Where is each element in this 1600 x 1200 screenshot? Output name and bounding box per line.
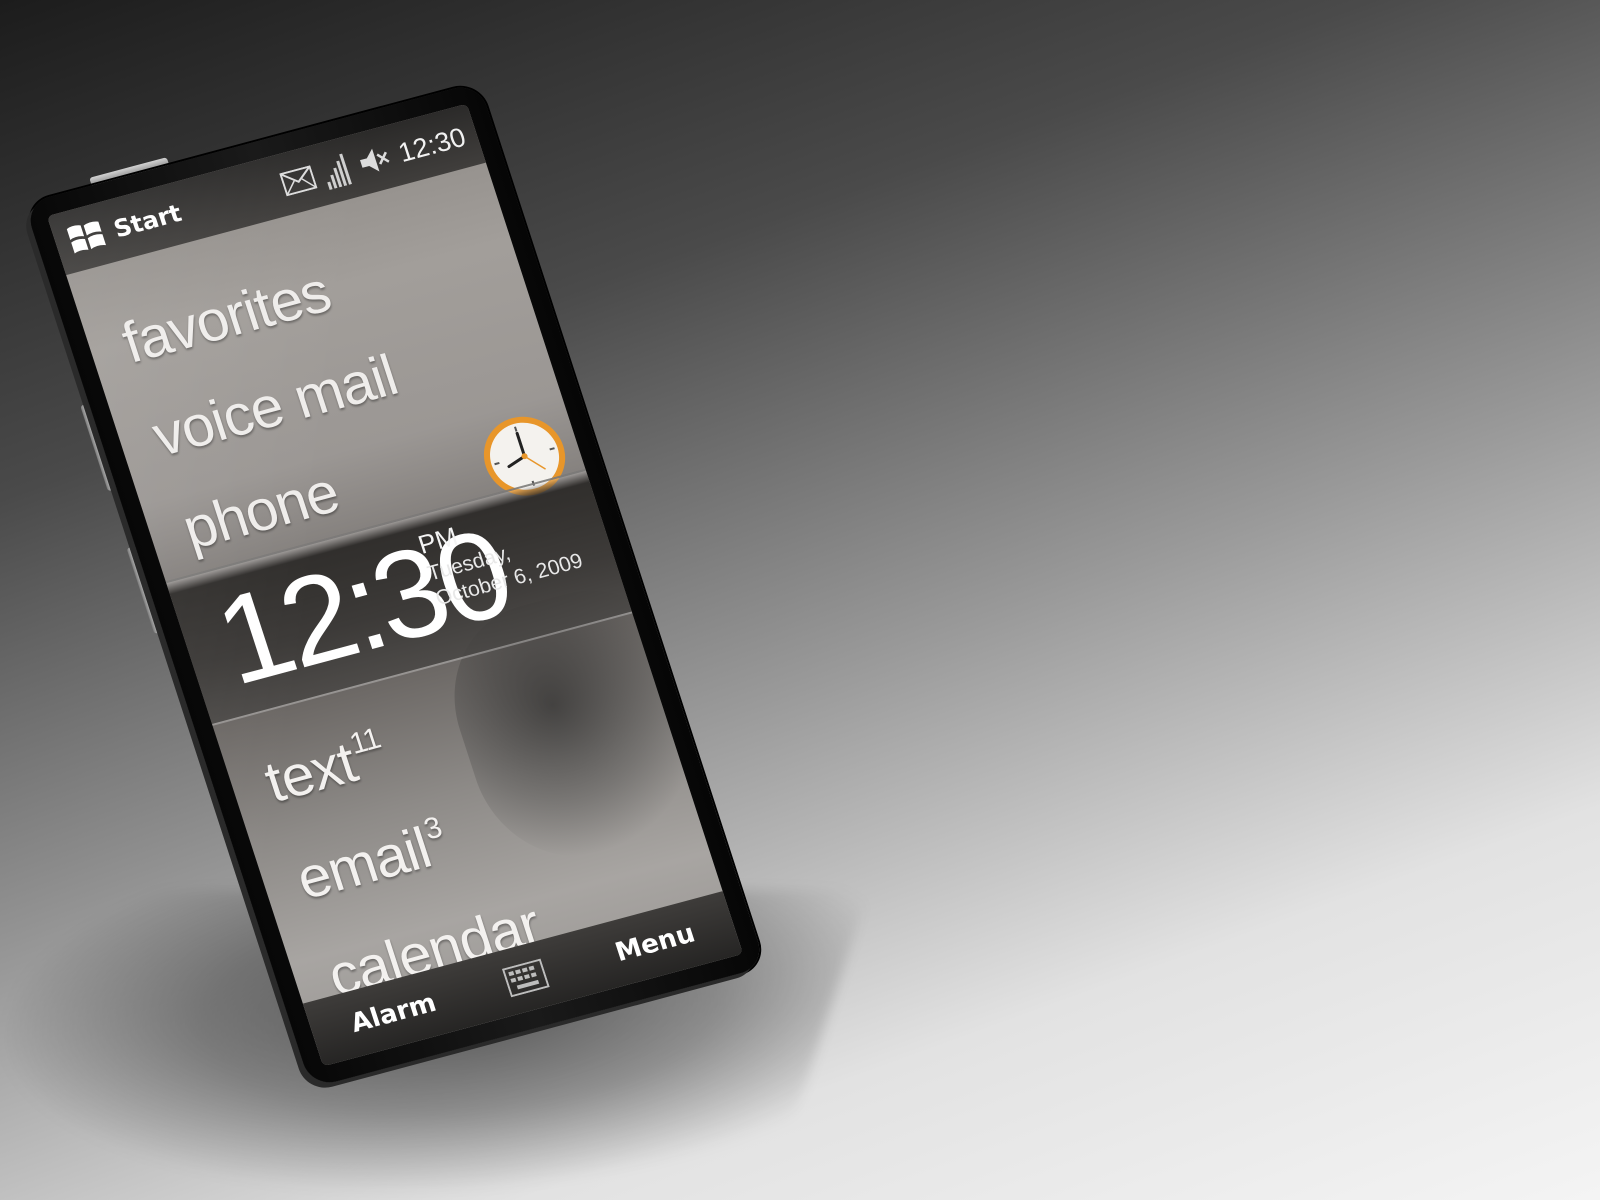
keyboard-icon[interactable] [501, 958, 550, 998]
menu-softkey[interactable]: Menu [612, 919, 699, 968]
windows-logo-icon[interactable] [62, 215, 110, 261]
status-time[interactable]: 12:30 [395, 121, 470, 168]
speaker-muted-icon[interactable] [354, 141, 395, 180]
start-label[interactable]: Start [110, 199, 185, 243]
alarm-softkey[interactable]: Alarm [347, 988, 440, 1039]
signal-strength-icon[interactable] [319, 151, 355, 190]
envelope-icon[interactable] [279, 165, 318, 197]
notify-label: text [257, 730, 364, 816]
